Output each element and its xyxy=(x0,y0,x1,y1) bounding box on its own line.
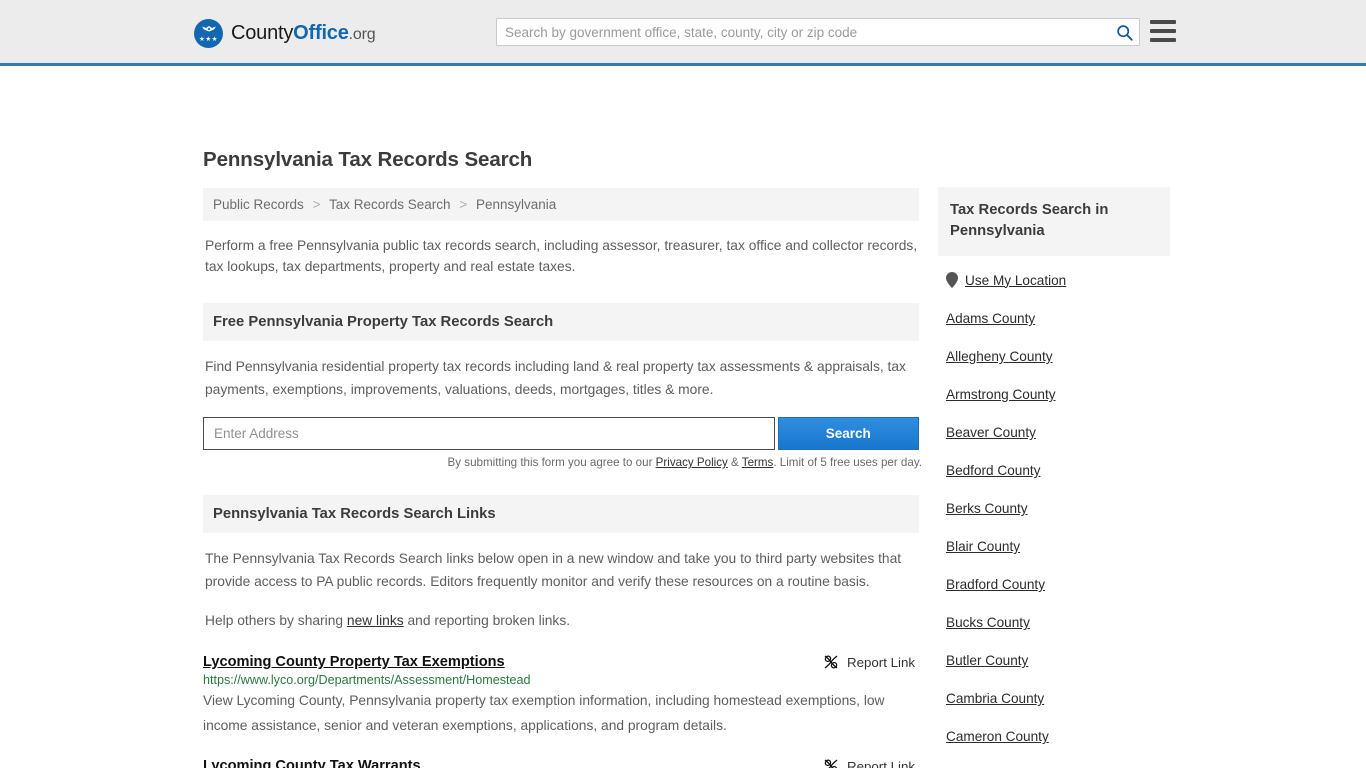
logo-text-part3: .org xyxy=(348,26,376,43)
report-link-label: Report Link xyxy=(847,758,915,768)
sidebar-county-link[interactable]: Adams County xyxy=(946,311,1035,326)
logo-text-part2: Office xyxy=(293,22,349,44)
logo-text: CountyOffice.org xyxy=(231,22,376,45)
disclaimer-pre: By submitting this form you agree to our xyxy=(447,456,656,469)
page-intro-text: Perform a free Pennsylvania public tax r… xyxy=(205,238,918,274)
search-icon xyxy=(1116,24,1133,41)
sidebar-location-label[interactable]: Use My Location xyxy=(965,273,1066,288)
sidebar-county-link[interactable]: Armstrong County xyxy=(946,387,1056,402)
result-title-link[interactable]: Lycoming County Property Tax Exemptions xyxy=(203,654,505,670)
sidebar-heading: Tax Records Search in Pennsylvania xyxy=(938,187,1170,256)
sidebar-county-link[interactable]: Butler County xyxy=(946,653,1028,668)
sidebar-county-link[interactable]: Blair County xyxy=(946,539,1020,554)
help-post: and reporting broken links. xyxy=(403,613,571,628)
search-submit-button[interactable] xyxy=(1109,19,1139,45)
broken-link-icon xyxy=(824,759,838,768)
sidebar-item-county[interactable]: Cambria County xyxy=(946,691,1170,706)
breadcrumb-separator: > xyxy=(312,197,321,212)
broken-link-icon xyxy=(824,655,838,669)
form-disclaimer: By submitting this form you agree to our… xyxy=(203,456,922,469)
global-search-bar[interactable] xyxy=(496,18,1140,46)
links-section-heading: Pennsylvania Tax Records Search Links xyxy=(203,495,919,533)
stars-glyph: ★★★ xyxy=(199,36,218,43)
sidebar: Tax Records Search in Pennsylvania Use M… xyxy=(938,187,1170,768)
breadcrumb-separator: > xyxy=(459,197,468,212)
report-link-button[interactable]: Report Link xyxy=(823,654,919,670)
sidebar-county-link[interactable]: Allegheny County xyxy=(946,349,1053,364)
sidebar-item-county[interactable]: Blair County xyxy=(946,539,1170,554)
report-link-label: Report Link xyxy=(847,654,915,670)
result-header: Lycoming County Property Tax Exemptions … xyxy=(203,654,919,670)
sidebar-item-county[interactable]: Bucks County xyxy=(946,615,1170,630)
sidebar-item-county[interactable]: Allegheny County xyxy=(946,349,1170,364)
site-logo[interactable]: ★★★ CountyOffice.org xyxy=(194,19,376,48)
sidebar-item-county[interactable]: Adams County xyxy=(946,311,1170,326)
page-title: Pennsylvania Tax Records Search xyxy=(203,148,533,171)
sidebar-county-link[interactable]: Beaver County xyxy=(946,425,1036,440)
sidebar-item-use-my-location[interactable]: Use My Location xyxy=(946,272,1170,288)
hamburger-menu-icon[interactable] xyxy=(1150,20,1176,42)
hamburger-bar xyxy=(1150,29,1176,33)
sidebar-item-county[interactable]: Armstrong County xyxy=(946,387,1170,402)
report-link-button[interactable]: Report Link xyxy=(823,758,919,768)
disclaimer-amp: & xyxy=(727,456,742,469)
sidebar-item-county[interactable]: Bradford County xyxy=(946,577,1170,592)
links-section-paragraph: The Pennsylvania Tax Records Search link… xyxy=(205,551,902,589)
sidebar-county-link[interactable]: Berks County xyxy=(946,501,1028,516)
breadcrumb-item-tax-records-search[interactable]: Tax Records Search xyxy=(329,197,451,212)
address-search-form: Search xyxy=(203,417,919,450)
result-url: https://www.lyco.org/Departments/Assessm… xyxy=(203,673,531,687)
hamburger-bar xyxy=(1150,38,1176,42)
result-item: Lycoming County Tax Warrants Report Link… xyxy=(203,758,919,768)
search-input[interactable] xyxy=(497,19,1109,45)
main-content: Pennsylvania Tax Records Search Public R… xyxy=(203,148,922,768)
sidebar-item-county[interactable]: Cameron County xyxy=(946,729,1170,744)
map-pin-icon xyxy=(946,272,958,288)
property-search-heading: Free Pennsylvania Property Tax Records S… xyxy=(203,303,919,341)
sidebar-item-county[interactable]: Beaver County xyxy=(946,425,1170,440)
breadcrumb: Public Records > Tax Records Search > Pe… xyxy=(203,188,919,221)
result-header: Lycoming County Tax Warrants Report Link xyxy=(203,758,919,768)
help-pre: Help others by sharing xyxy=(205,613,347,628)
hamburger-bar xyxy=(1150,20,1176,24)
address-input[interactable] xyxy=(203,417,775,450)
breadcrumb-item-pennsylvania[interactable]: Pennsylvania xyxy=(476,197,556,212)
terms-link[interactable]: Terms xyxy=(742,456,774,469)
disclaimer-post: . Limit of 5 free uses per day. xyxy=(773,456,922,469)
sidebar-county-link[interactable]: Cameron County xyxy=(946,729,1049,744)
links-section-help: Help others by sharing new links and rep… xyxy=(205,609,919,632)
sidebar-county-link[interactable]: Bradford County xyxy=(946,577,1045,592)
sidebar-item-county[interactable]: Bedford County xyxy=(946,463,1170,478)
result-description: View Lycoming County, Pennsylvania prope… xyxy=(203,693,885,733)
privacy-policy-link[interactable]: Privacy Policy xyxy=(656,456,728,469)
result-item: Lycoming County Property Tax Exemptions … xyxy=(203,654,919,738)
property-search-description: Find Pennsylvania residential property t… xyxy=(205,359,906,397)
sidebar-item-county[interactable]: Berks County xyxy=(946,501,1170,516)
sidebar-county-link[interactable]: Bedford County xyxy=(946,463,1040,478)
sidebar-item-county[interactable]: Butler County xyxy=(946,653,1170,668)
new-links-link[interactable]: new links xyxy=(347,613,404,628)
eagle-glyph xyxy=(201,26,216,32)
breadcrumb-item-public-records[interactable]: Public Records xyxy=(213,197,304,212)
logo-text-part1: County xyxy=(231,22,294,44)
site-header: ★★★ CountyOffice.org xyxy=(0,0,1366,66)
sidebar-county-link[interactable]: Bucks County xyxy=(946,615,1030,630)
sidebar-county-link[interactable]: Cambria County xyxy=(946,691,1044,706)
eagle-seal-icon: ★★★ xyxy=(194,19,223,48)
address-search-button[interactable]: Search xyxy=(777,417,919,450)
result-title-link[interactable]: Lycoming County Tax Warrants xyxy=(203,758,421,768)
